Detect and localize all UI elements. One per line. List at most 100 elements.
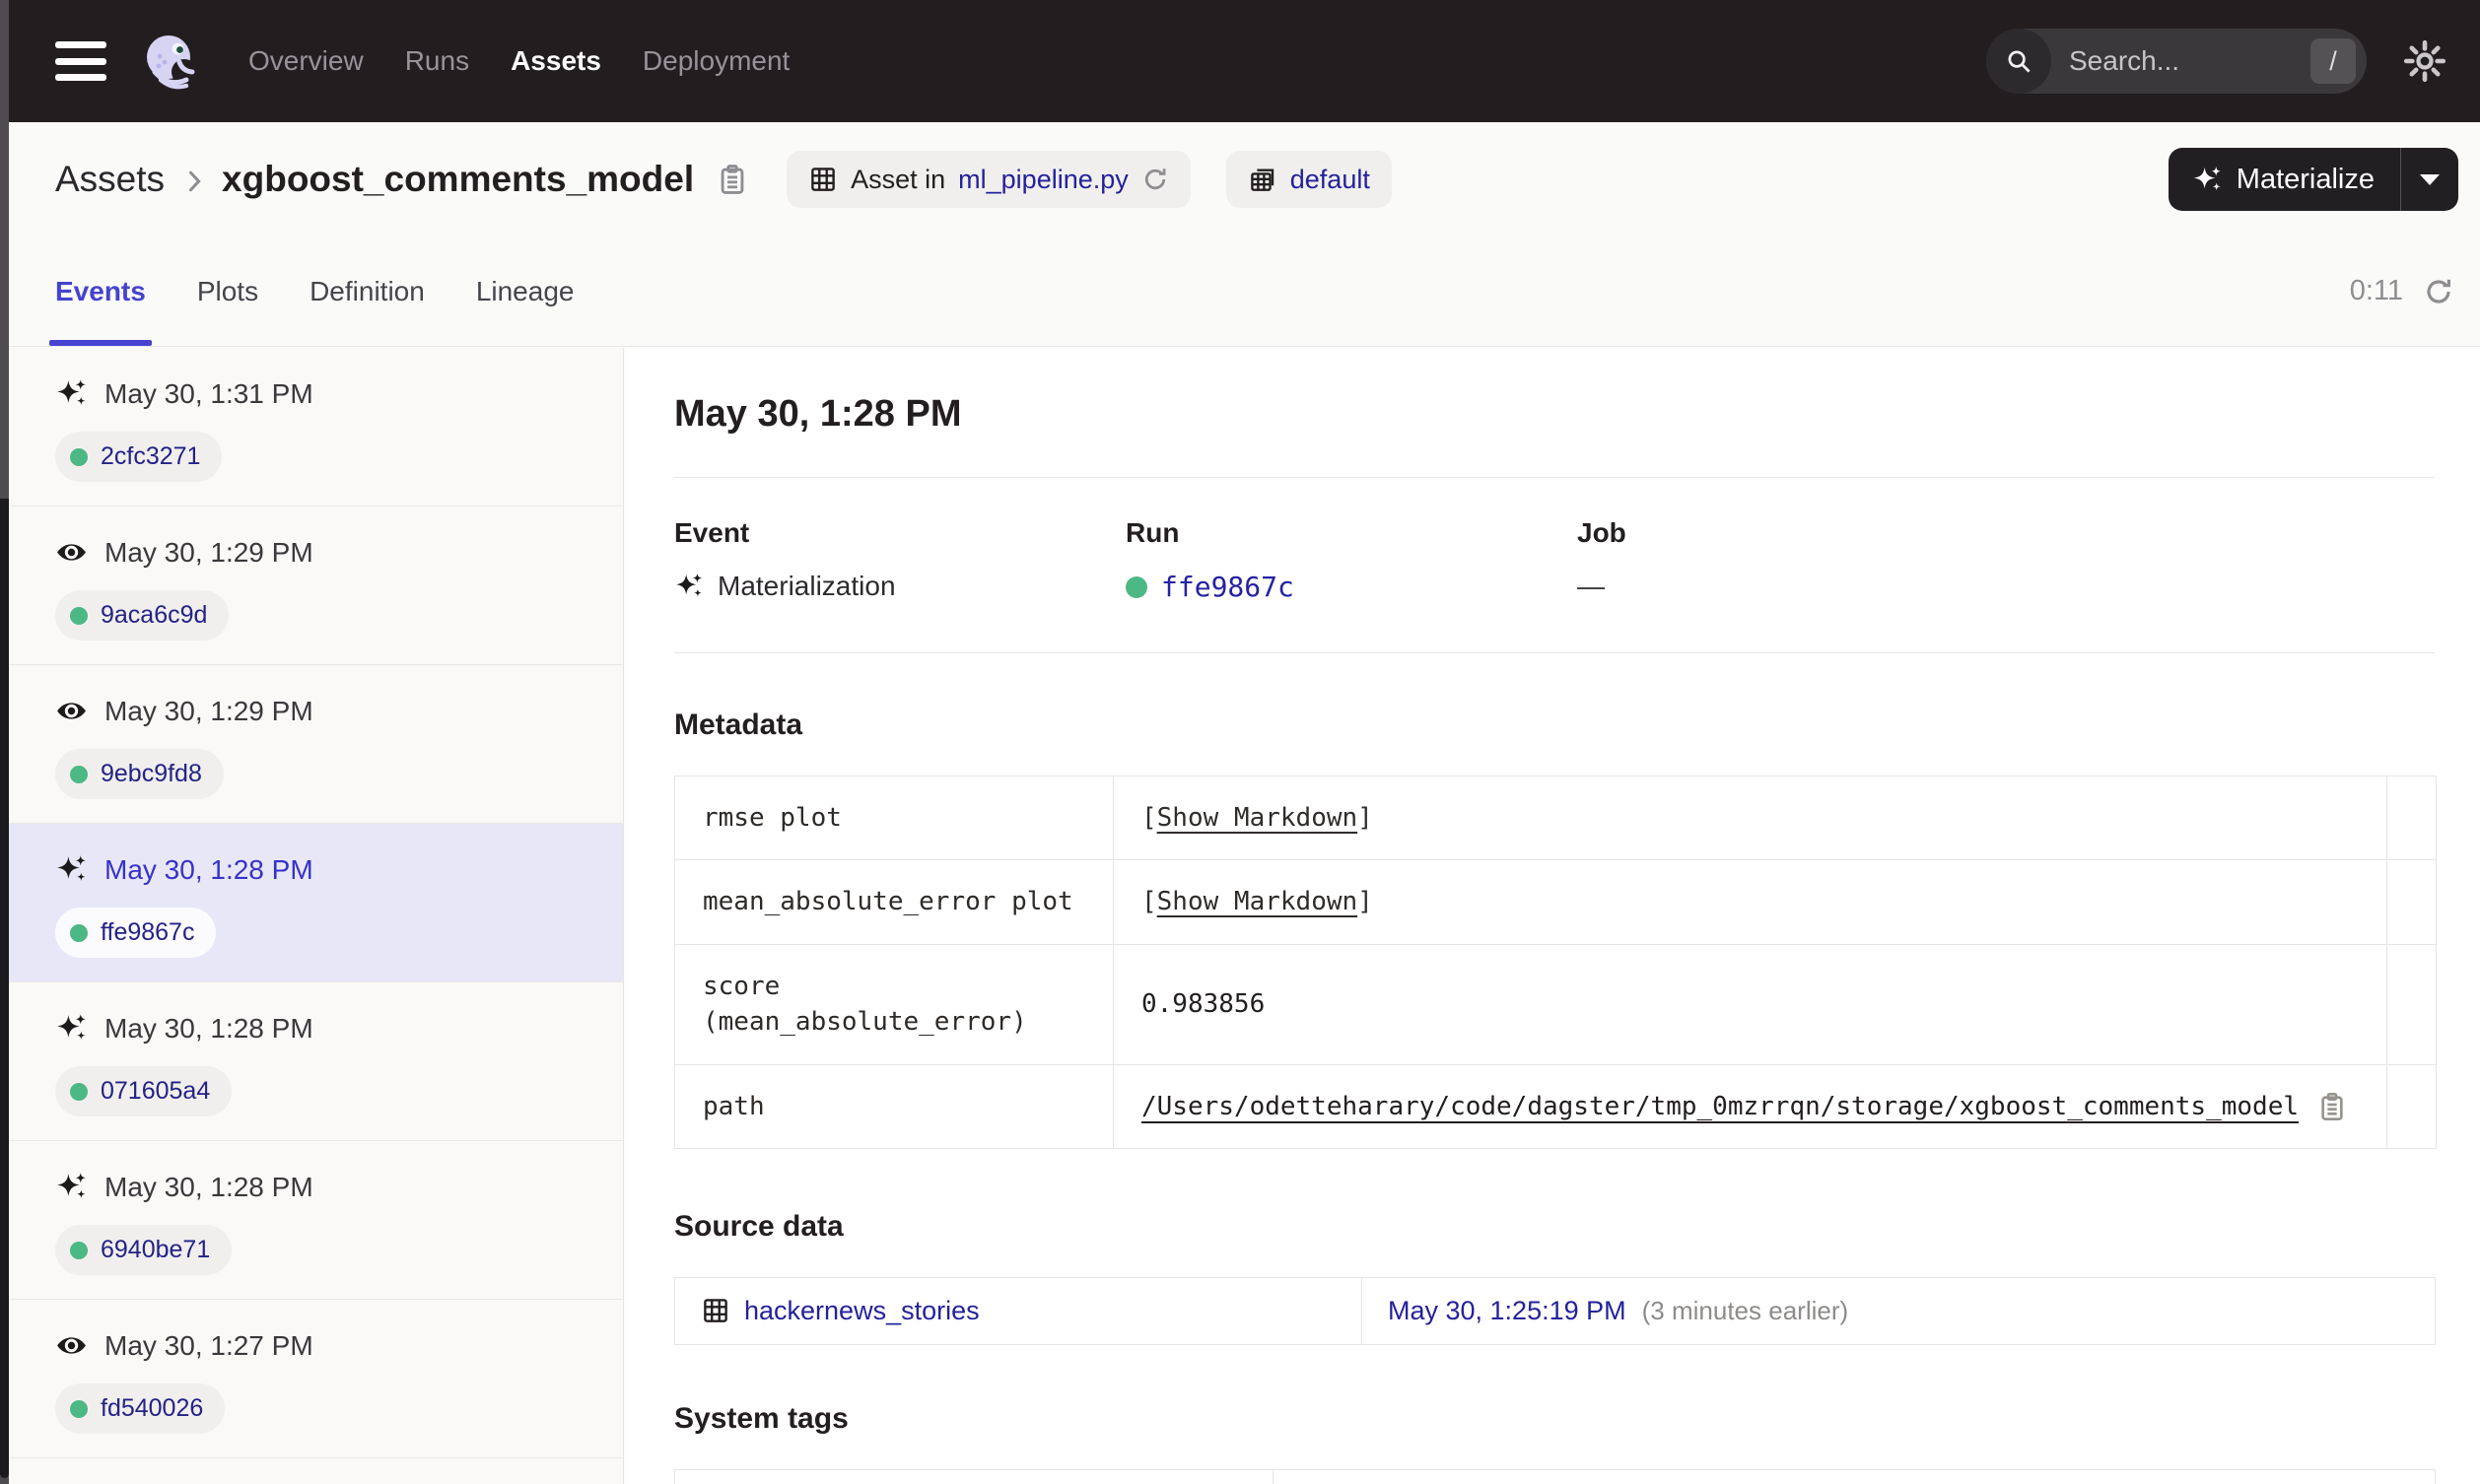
nav-item-deployment[interactable]: Deployment: [643, 45, 790, 77]
show-markdown-link[interactable]: Show Markdown: [1157, 887, 1358, 916]
system-tag-key: code_version: [674, 1468, 1274, 1484]
source-data-table: hackernews_stories May 30, 1:25:19 PM (3…: [674, 1276, 2436, 1345]
event-list-item[interactable]: May 30, 1:29 PM 9aca6c9d: [0, 506, 623, 665]
run-tag[interactable]: ffe9867c: [55, 908, 217, 958]
run-id-link[interactable]: ffe9867c: [101, 918, 194, 947]
event-list-item[interactable]: May 30, 1:27 PM fd540026: [0, 1300, 623, 1458]
breadcrumb-assets-link[interactable]: Assets: [55, 159, 165, 200]
run-status-dot: [70, 1241, 88, 1259]
search-input[interactable]: Search... /: [1986, 29, 2367, 94]
asset-header-row: Assets xgboost_comments_model Asset in m…: [0, 122, 2480, 236]
copy-asset-name-icon[interactable]: [716, 163, 749, 196]
event-timestamp: May 30, 1:28 PM: [104, 853, 313, 885]
run-tag[interactable]: 2cfc3271: [55, 432, 223, 482]
repository-link[interactable]: default: [1290, 165, 1370, 195]
event-timestamp: May 30, 1:27 PM: [104, 1329, 313, 1361]
run-status-dot: [70, 447, 88, 466]
nav-item-runs[interactable]: Runs: [405, 45, 469, 77]
source-relative-time: (3 minutes earlier): [1641, 1295, 1849, 1325]
system-tags-table: code_version ffe9867c-ec9c-4f06-939c-f8d…: [674, 1468, 2436, 1484]
event-timestamp: May 30, 1:29 PM: [104, 695, 313, 726]
event-detail-heading: May 30, 1:28 PM: [674, 393, 962, 435]
chip-asset-in-label: Asset in: [851, 164, 946, 194]
search-placeholder: Search...: [2069, 45, 2180, 76]
run-status-dot: [70, 1399, 88, 1418]
reload-code-location-icon[interactable]: [1141, 166, 1169, 193]
metadata-value: 0.983856: [1113, 943, 2387, 1065]
tab-definition[interactable]: Definition: [310, 236, 425, 346]
job-column-label: Job: [1577, 517, 1626, 548]
source-timestamp-link[interactable]: May 30, 1:25:19 PM: [1388, 1296, 1626, 1326]
event-timestamp: May 30, 1:31 PM: [104, 377, 313, 409]
run-status-dot: [70, 1082, 88, 1101]
event-list-item[interactable]: May 30, 1:28 PM 6940be71: [0, 1141, 623, 1300]
metadata-table: rmse plot [Show Markdown] mean_absolute_…: [674, 775, 2437, 1149]
run-id-link[interactable]: 2cfc3271: [101, 442, 200, 471]
materialization-sparkle-icon: [57, 1173, 86, 1198]
run-status-dot: [70, 606, 88, 625]
search-shortcut-badge: /: [2310, 38, 2356, 84]
table-row: mean_absolute_error plot [Show Markdown]: [674, 859, 2437, 945]
left-scrollbar-track[interactable]: [0, 0, 9, 1484]
run-id-link[interactable]: 9aca6c9d: [101, 601, 207, 630]
tab-events[interactable]: Events: [49, 236, 152, 346]
show-markdown-link[interactable]: Show Markdown: [1157, 803, 1358, 833]
table-row: rmse plot [Show Markdown]: [674, 775, 2437, 861]
code-location-chip[interactable]: Asset in ml_pipeline.py: [787, 151, 1191, 208]
code-location-link[interactable]: ml_pipeline.py: [958, 165, 1129, 195]
run-tag[interactable]: fd540026: [55, 1383, 226, 1434]
top-navigation-bar: Overview Runs Assets Deployment Search..…: [0, 0, 2480, 122]
run-tag[interactable]: 6940be71: [55, 1225, 233, 1275]
run-tag[interactable]: 9ebc9fd8: [55, 749, 224, 799]
asset-tabs-row: Events Plots Definition Lineage 0:11: [0, 236, 2480, 347]
refresh-icon[interactable]: [2423, 276, 2454, 307]
left-scrollbar-thumb[interactable]: [0, 499, 9, 1478]
system-tag-value: ffe9867c-ec9c-4f06-939c-f8dc830c0962: [1273, 1468, 2436, 1484]
hamburger-menu-icon[interactable]: [55, 41, 106, 81]
bracket: ]: [1357, 803, 1373, 833]
event-list-item[interactable]: May 30, 1:29 PM 9ebc9fd8: [0, 665, 623, 824]
run-tag[interactable]: 071605a4: [55, 1066, 233, 1116]
run-id-link[interactable]: ffe9867c: [1161, 571, 1294, 603]
event-list-item[interactable]: May 30, 1:31 PM 2cfc3271: [0, 348, 623, 506]
observation-eye-icon: [57, 544, 86, 561]
event-type-value: Materialization: [718, 571, 896, 601]
job-value: —: [1577, 571, 1605, 601]
asset-grid-icon: [811, 168, 835, 191]
run-id-link[interactable]: fd540026: [101, 1394, 203, 1423]
bracket: ]: [1357, 887, 1373, 917]
metadata-key: score (mean_absolute_error): [674, 943, 1114, 1065]
event-list-item-selected[interactable]: May 30, 1:28 PM ffe9867c: [0, 824, 623, 982]
copy-path-icon[interactable]: [2316, 1091, 2348, 1122]
dagster-logo[interactable]: [140, 30, 203, 93]
source-asset-link[interactable]: hackernews_stories: [744, 1296, 980, 1326]
run-id-link[interactable]: 071605a4: [101, 1077, 210, 1106]
event-list-sidebar: May 30, 1:31 PM 2cfc3271 May 30, 1:29 PM…: [0, 348, 624, 1484]
source-data-section-title: Source data: [674, 1209, 844, 1243]
path-link[interactable]: /Users/odetteharary/code/dagster/tmp_0mz…: [1141, 1089, 2299, 1124]
metadata-action-cell: [2386, 775, 2437, 861]
run-tag[interactable]: 9aca6c9d: [55, 590, 230, 641]
bracket: [: [1141, 803, 1157, 833]
materialize-button[interactable]: Materialize: [2168, 148, 2458, 211]
metadata-action-cell: [2386, 859, 2437, 945]
nav-item-overview[interactable]: Overview: [248, 45, 364, 77]
event-list-item[interactable]: May 30, 1:28 PM 071605a4: [0, 982, 623, 1141]
gear-icon[interactable]: [2402, 38, 2447, 84]
repository-chip[interactable]: default: [1225, 151, 1392, 208]
tab-plots[interactable]: Plots: [197, 236, 258, 346]
run-id-link[interactable]: 6940be71: [101, 1236, 210, 1264]
materialize-label: Materialize: [2236, 163, 2375, 195]
event-timestamp: May 30, 1:28 PM: [104, 1012, 313, 1044]
materialize-dropdown-button[interactable]: [2401, 148, 2458, 211]
nav-item-assets[interactable]: Assets: [511, 45, 601, 77]
repository-grid-icon: [1250, 169, 1274, 191]
breadcrumb-chevron-icon: [189, 170, 201, 192]
run-id-link[interactable]: 9ebc9fd8: [101, 760, 202, 788]
system-tags-section-title: System tags: [674, 1401, 849, 1435]
run-status-dot: [70, 765, 88, 783]
tab-lineage[interactable]: Lineage: [476, 236, 575, 346]
divider: [674, 652, 2435, 653]
primary-nav: Overview Runs Assets Deployment: [248, 45, 790, 77]
metadata-action-cell: [2386, 1063, 2437, 1149]
